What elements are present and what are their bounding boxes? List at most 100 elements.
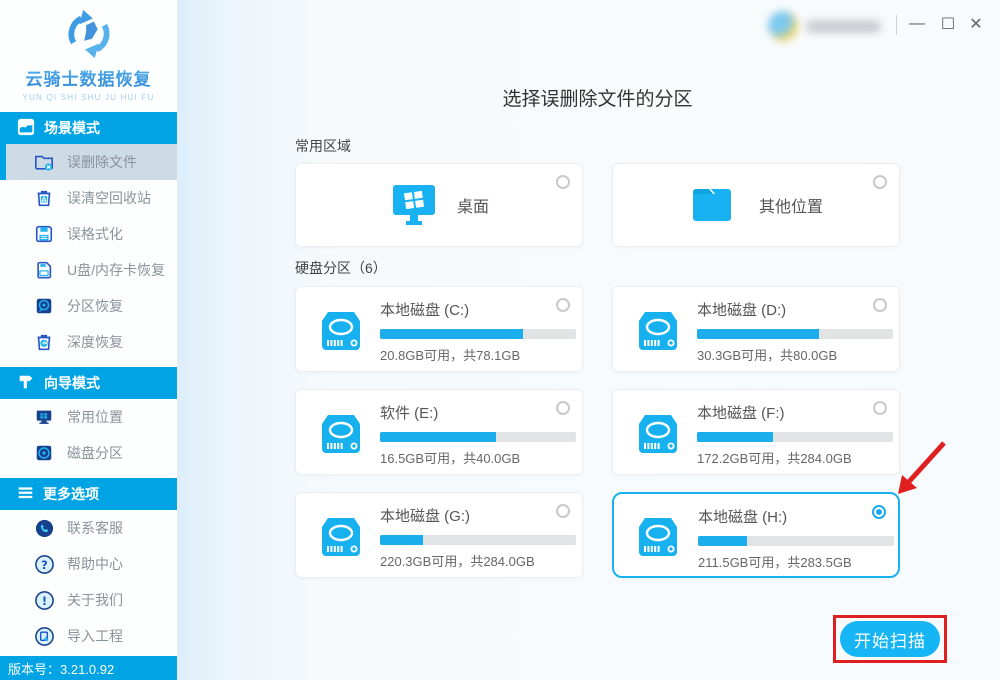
- sidebar-item-label: 导入工程: [67, 626, 123, 646]
- other-location-radio[interactable]: [873, 175, 887, 189]
- partition-radio-g[interactable]: [556, 504, 570, 518]
- hard-disk-icon: [635, 413, 681, 455]
- recycle-bin-icon: [33, 187, 55, 209]
- partition-card-d[interactable]: 本地磁盘 (D:) 30.3GB可用，共80.0GB: [612, 286, 900, 372]
- start-scan-button[interactable]: 开始扫描: [840, 621, 940, 657]
- common-area-grid: 桌面 其他位置: [295, 163, 900, 247]
- sidebar-item-label: 联系客服: [67, 518, 123, 538]
- hard-disk-icon: [635, 516, 681, 558]
- sidebar-item-emptied-recycle-bin[interactable]: 误清空回收站: [0, 180, 177, 216]
- nav-gap: [0, 360, 177, 367]
- sidebar-item-label: 误清空回收站: [67, 188, 151, 208]
- import-icon: [33, 625, 55, 647]
- hard-disk-icon: [318, 310, 364, 352]
- sidebar-item-disk-partitions[interactable]: 磁盘分区: [0, 435, 177, 471]
- usage-bar-fill: [380, 329, 523, 339]
- desktop-card[interactable]: 桌面: [295, 163, 583, 247]
- svg-text:!: !: [41, 593, 46, 607]
- partition-radio-f[interactable]: [873, 401, 887, 415]
- hard-disk-icon: [318, 516, 364, 558]
- sidebar-item-about-us[interactable]: ! 关于我们: [0, 582, 177, 618]
- sidebar-item-formatted[interactable]: 误格式化: [0, 216, 177, 252]
- partition-detail: 16.5GB可用，共40.0GB: [380, 448, 576, 467]
- partition-card-e[interactable]: 软件 (E:) 16.5GB可用，共40.0GB: [295, 389, 583, 475]
- folder-icon: [689, 184, 741, 226]
- partition-name: 本地磁盘 (D:): [697, 299, 893, 320]
- partition-card-g[interactable]: 本地磁盘 (G:) 220.3GB可用，共284.0GB: [295, 492, 583, 578]
- page-title: 选择误删除文件的分区: [295, 84, 900, 111]
- partition-radio-d[interactable]: [873, 298, 887, 312]
- partition-detail: 30.3GB可用，共80.0GB: [697, 345, 893, 364]
- version-label: 版本号：3.21.0.92: [8, 659, 114, 678]
- nav-gap: [0, 471, 177, 478]
- scene-mode-icon: [17, 118, 35, 139]
- other-location-card[interactable]: 其他位置: [612, 163, 900, 247]
- svg-text:?: ?: [41, 557, 48, 571]
- sidebar-item-label: 帮助中心: [67, 554, 123, 574]
- app-logo: 云骑士数据恢复 YUN QI SHI SHU JU HUI FU: [0, 0, 177, 112]
- partitions-grid: 本地磁盘 (C:) 20.8GB可用，共78.1GB 本地磁盘 (D:) 30.…: [295, 286, 900, 578]
- sidebar-item-import-project[interactable]: 导入工程: [0, 618, 177, 654]
- partition-detail: 220.3GB可用，共284.0GB: [380, 551, 576, 570]
- sidebar-item-deleted-files[interactable]: 误删除文件: [0, 144, 177, 180]
- menu-icon: [17, 484, 34, 504]
- sidebar-item-help-center[interactable]: ? 帮助中心: [0, 546, 177, 582]
- partition-name: 本地磁盘 (G:): [380, 505, 576, 526]
- partition-radio-e[interactable]: [556, 401, 570, 415]
- nav-header-label: 向导模式: [44, 373, 100, 393]
- monitor-icon: [33, 406, 55, 428]
- usage-bar-fill: [698, 536, 747, 546]
- format-icon: [33, 223, 55, 245]
- partition-name: 软件 (E:): [380, 402, 576, 423]
- nav-header-label: 场景模式: [44, 118, 100, 138]
- usage-bar-fill: [380, 535, 423, 545]
- usage-bar-fill: [697, 329, 819, 339]
- sidebar-item-label: 磁盘分区: [67, 443, 123, 463]
- desktop-icon: [389, 183, 439, 227]
- hard-disk-icon: [635, 310, 681, 352]
- partition-detail: 20.8GB可用，共78.1GB: [380, 345, 576, 364]
- desktop-radio[interactable]: [556, 175, 570, 189]
- partition-card-h[interactable]: 本地磁盘 (H:) 211.5GB可用，共283.5GB: [612, 492, 900, 578]
- nav-header-scene-mode: 场景模式: [0, 112, 177, 144]
- app-name-pinyin: YUN QI SHI SHU JU HUI FU: [0, 93, 177, 102]
- sidebar-item-label: 分区恢复: [67, 296, 123, 316]
- common-area-section-label: 常用区域: [295, 136, 351, 156]
- disk-icon: [33, 442, 55, 464]
- sidebar: 云骑士数据恢复 YUN QI SHI SHU JU HUI FU 场景模式 误删…: [0, 0, 178, 680]
- deep-recovery-icon: [33, 331, 55, 353]
- usb-memory-card-icon: [33, 259, 55, 281]
- hard-disk-icon: [318, 413, 364, 455]
- phone-icon: [33, 517, 55, 539]
- sidebar-item-usb-memory-card[interactable]: U盘/内存卡恢复: [0, 252, 177, 288]
- partition-card-f[interactable]: 本地磁盘 (F:) 172.2GB可用，共284.0GB: [612, 389, 900, 475]
- other-location-card-label: 其他位置: [759, 193, 823, 217]
- version-bar: 版本号：3.21.0.92: [0, 656, 177, 680]
- about-icon: !: [33, 589, 55, 611]
- help-icon: ?: [33, 553, 55, 575]
- red-box-annotation: 开始扫描: [833, 615, 947, 663]
- partition-card-c[interactable]: 本地磁盘 (C:) 20.8GB可用，共78.1GB: [295, 286, 583, 372]
- partition-name: 本地磁盘 (C:): [380, 299, 576, 320]
- sidebar-item-common-locations[interactable]: 常用位置: [0, 399, 177, 435]
- deleted-file-icon: [33, 151, 55, 173]
- partitions-section-label: 硬盘分区（6）: [295, 258, 387, 278]
- partition-radio-c[interactable]: [556, 298, 570, 312]
- sidebar-item-label: 误删除文件: [67, 152, 137, 172]
- partition-name: 本地磁盘 (H:): [698, 506, 894, 527]
- partition-detail: 211.5GB可用，共283.5GB: [698, 552, 894, 571]
- partition-name: 本地磁盘 (F:): [697, 402, 893, 423]
- usage-bar: [380, 535, 576, 545]
- nav-header-wizard-mode: 向导模式: [0, 367, 177, 399]
- main-content: 选择误删除文件的分区 常用区域 桌面 其他位置 硬盘: [178, 0, 1000, 680]
- sidebar-item-partition-recovery[interactable]: 分区恢复: [0, 288, 177, 324]
- sidebar-item-label: 误格式化: [67, 224, 123, 244]
- partition-detail: 172.2GB可用，共284.0GB: [697, 448, 893, 467]
- sidebar-item-label: U盘/内存卡恢复: [67, 260, 165, 280]
- sidebar-item-contact-support[interactable]: 联系客服: [0, 510, 177, 546]
- partition-radio-h[interactable]: [872, 505, 886, 519]
- usage-bar: [698, 536, 894, 546]
- sidebar-item-label: 深度恢复: [67, 332, 123, 352]
- usage-bar-fill: [697, 432, 773, 442]
- sidebar-item-deep-recovery[interactable]: 深度恢复: [0, 324, 177, 360]
